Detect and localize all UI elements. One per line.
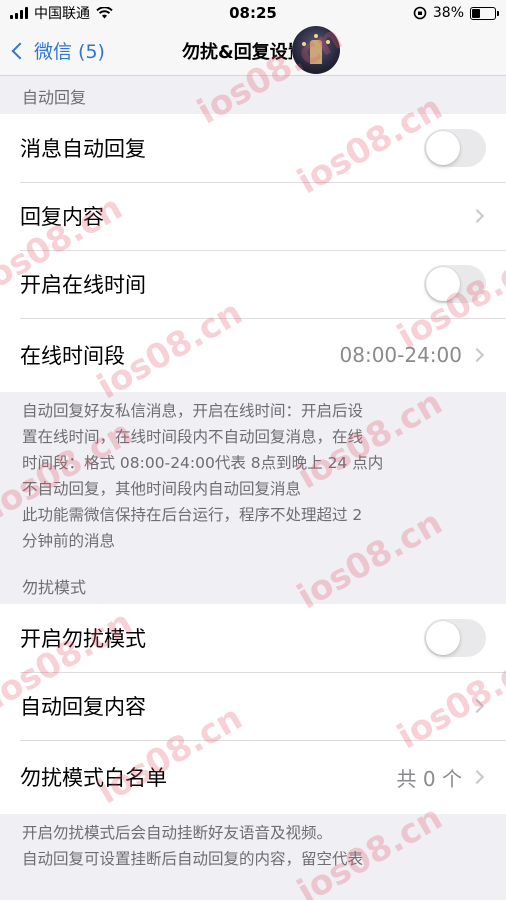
signal-icon [10,7,28,19]
online-time-toggle[interactable] [424,265,486,303]
chevron-right-icon [469,208,485,224]
section-header-dnd: 勿扰模式 [22,578,87,597]
back-label: 微信 (5) [34,41,105,63]
chevron-left-icon [11,42,29,60]
battery-percent: 38% [432,5,464,21]
cell-reply-content[interactable]: 回复内容 [0,182,506,250]
chevron-right-icon [469,769,485,785]
footer-line: 分钟前的消息 [22,532,116,550]
chevron-right-icon [469,347,485,363]
auto-reply-footer: 自动回复好友私信消息，开启在线时间：开启后设 置在线时间，在线时间段内不自动回复… [0,392,506,564]
status-left: 中国联通 [10,3,113,23]
battery-icon [470,6,499,20]
wifi-icon [96,7,113,19]
footer-line: 自动回复可设置挂断后自动回复的内容，留空代表 [22,850,364,868]
footer-line: 自动回复好友私信消息，开启在线时间：开启后设 [22,402,364,420]
battery-fill [472,8,481,18]
cell-enable-dnd: 开启勿扰模式 [0,604,506,672]
footer-line: 置在线时间，在线时间段内不自动回复消息，在线 [22,428,364,446]
cell-label: 开启勿扰模式 [20,627,146,651]
auto-reply-toggle[interactable] [424,129,486,167]
auto-reply-group: 消息自动回复 回复内容 开启在线时间 在线时间段 08:00-24:00 [0,114,506,392]
footer-line: 开启勿扰模式后会自动挂断好友语音及视频。 [22,824,333,842]
status-time: 08:25 [229,4,277,22]
status-right: 38% [413,5,499,21]
cell-online-time-range[interactable]: 在线时间段 08:00-24:00 [0,318,506,392]
footer-line: 此功能需微信保持在后台运行，程序不处理超过 2 [22,506,363,524]
cell-label: 自动回复内容 [20,695,146,719]
status-bar: 中国联通 08:25 38% [0,0,506,26]
footer-line: 不自动回复，其他时间段内自动回复消息 [22,480,302,498]
page-title: 勿扰&回复设置 [182,41,292,63]
carrier-label: 中国联通 [34,6,90,22]
cell-label: 回复内容 [20,205,104,229]
cell-dnd-reply-content[interactable]: 自动回复内容 [0,672,506,740]
dnd-footer: 开启勿扰模式后会自动挂断好友语音及视频。 自动回复可设置挂断后自动回复的内容，留… [0,814,506,882]
back-button[interactable]: 微信 (5) [0,37,105,64]
whitelist-count: 共 0 个 [396,766,462,791]
cell-enable-online-time: 开启在线时间 [0,250,506,318]
section-header-auto-reply: 自动回复 [22,88,87,107]
cell-dnd-whitelist[interactable]: 勿扰模式白名单 共 0 个 [0,740,506,814]
online-time-value: 08:00-24:00 [339,343,463,367]
footer-line: 时间段：格式 08:00-24:00代表 8点到晚上 24 点内 [22,454,384,472]
dnd-group: 开启勿扰模式 自动回复内容 勿扰模式白名单 共 0 个 [0,604,506,814]
navigation-bar: 微信 (5) 勿扰&回复设置 [0,26,506,76]
cell-label: 勿扰模式白名单 [20,766,167,790]
cell-label: 在线时间段 [20,344,125,368]
chevron-right-icon [469,698,485,714]
cell-label: 消息自动回复 [20,137,146,161]
avatar[interactable] [292,26,340,74]
cell-message-auto-reply: 消息自动回复 [0,114,506,182]
cell-label: 开启在线时间 [20,273,146,297]
dnd-toggle[interactable] [424,619,486,657]
orientation-lock-icon [413,6,427,20]
